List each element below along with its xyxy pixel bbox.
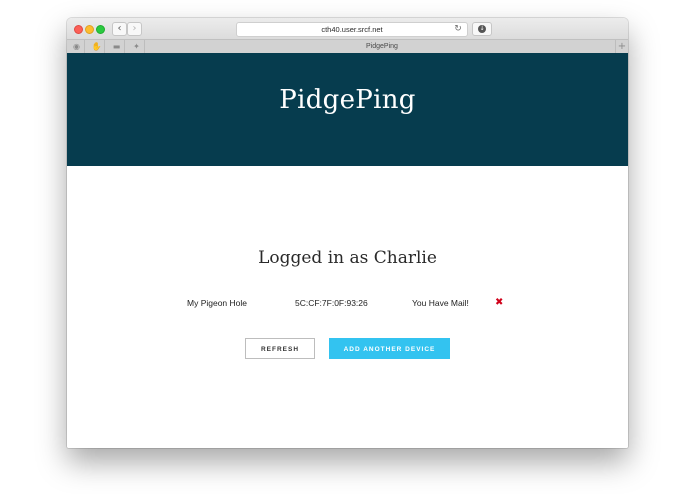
messenger-icon[interactable]: ◉ — [69, 40, 85, 53]
downloads-button[interactable]: ↓ — [472, 22, 492, 36]
chevron-right-icon: › — [132, 23, 137, 34]
site-brand: PidgePing — [279, 85, 416, 115]
tab-title[interactable]: PidgePing — [307, 40, 457, 53]
chevron-left-icon: ‹ — [117, 23, 122, 34]
browser-toolbar: ‹ › cth40.user.srcf.net ↻ ↓ — [67, 18, 628, 39]
download-icon: ↓ — [478, 25, 486, 33]
main-content: Logged in as Charlie My Pigeon Hole 5C:C… — [67, 166, 628, 448]
address-bar-url: cth40.user.srcf.net — [321, 25, 383, 34]
address-bar[interactable]: cth40.user.srcf.net — [236, 22, 468, 37]
close-window-button[interactable] — [74, 25, 83, 34]
dash-icon[interactable]: ▬ — [109, 40, 125, 53]
reload-icon[interactable]: ↻ — [452, 23, 464, 35]
favorites-bar: ◉ ✋ ▬ ✦ PidgePing + — [67, 39, 628, 54]
device-status: You Have Mail! — [412, 298, 469, 308]
maximize-window-button[interactable] — [96, 25, 105, 34]
browser-window: ‹ › cth40.user.srcf.net ↻ ↓ ◉ ✋ ▬ ✦ Pidg… — [67, 18, 628, 448]
forward-button[interactable]: › — [127, 22, 142, 36]
minimize-window-button[interactable] — [85, 25, 94, 34]
delete-device-icon[interactable]: ✖ — [495, 296, 503, 310]
twitter-icon[interactable]: ✦ — [129, 40, 145, 53]
back-button[interactable]: ‹ — [112, 22, 127, 36]
device-row: My Pigeon Hole 5C:CF:7F:0F:93:26 You Hav… — [67, 296, 628, 310]
refresh-button[interactable]: REFRESH — [245, 338, 315, 359]
site-header: PidgePing — [67, 53, 628, 166]
logged-in-heading: Logged in as Charlie — [258, 248, 437, 268]
new-tab-icon[interactable]: + — [615, 40, 628, 53]
device-mac: 5C:CF:7F:0F:93:26 — [295, 298, 368, 308]
device-name: My Pigeon Hole — [187, 298, 248, 308]
hand-icon[interactable]: ✋ — [89, 40, 105, 53]
add-device-button[interactable]: ADD ANOTHER DEVICE — [329, 338, 450, 359]
